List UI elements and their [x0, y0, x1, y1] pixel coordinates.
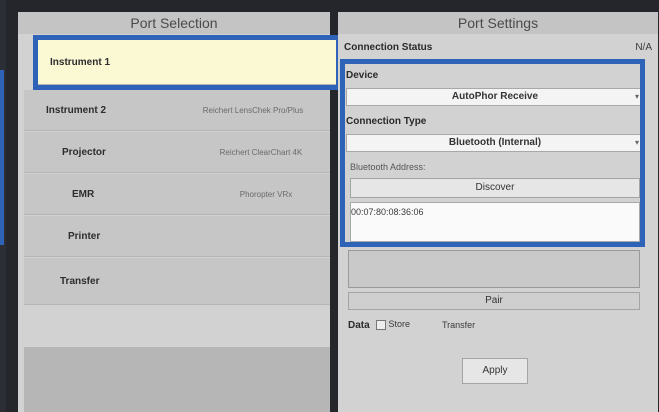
left-accent-bar — [0, 70, 4, 245]
port-selection-panel: Port Selection Instrument 1 Instrument 2… — [18, 12, 341, 412]
port-model: Reichert ClearChart 4K — [219, 147, 303, 157]
connection-status-value: N/A — [635, 42, 652, 53]
port-name: Instrument 1 — [50, 56, 111, 68]
connection-type-select-value: Bluetooth (Internal) — [448, 137, 542, 148]
device-list-lower — [348, 250, 640, 288]
port-row-instrument-1[interactable]: Instrument 1 — [33, 35, 341, 90]
port-model: Reichert LensChek Pro/Plus — [202, 105, 304, 115]
chevron-down-icon: ▾ — [634, 92, 639, 101]
bluetooth-address-list[interactable]: 00:07:80:08:36:06 — [350, 202, 640, 242]
store-label: Store — [388, 319, 411, 329]
chevron-down-icon: ▾ — [634, 138, 639, 147]
bluetooth-address-label: Bluetooth Address: — [350, 162, 426, 172]
port-name: EMR — [72, 188, 95, 200]
bluetooth-address-item[interactable]: 00:07:80:08:36:06 — [351, 207, 424, 217]
port-row-instrument-2[interactable]: Instrument 2 Reichert LensChek Pro/Plus — [24, 90, 330, 131]
connection-status-label: Connection Status — [344, 42, 433, 53]
pair-button[interactable]: Pair — [348, 292, 640, 310]
discover-button[interactable]: Discover — [350, 178, 640, 198]
port-name: Projector — [62, 146, 106, 158]
connection-type-select[interactable]: Bluetooth (Internal) ▾ — [346, 134, 644, 152]
transfer-option[interactable]: Transfer — [442, 320, 475, 330]
window-left-edge — [0, 0, 6, 412]
port-row-projector[interactable]: Projector Reichert ClearChart 4K — [24, 132, 330, 173]
port-row-printer[interactable]: Printer — [24, 216, 330, 257]
port-name: Instrument 2 — [46, 104, 107, 116]
port-model: Phoropter VRx — [239, 189, 293, 199]
port-settings-panel: Port Settings Connection Status N/A Devi… — [338, 12, 658, 412]
port-list-footer — [24, 347, 330, 412]
connection-type-label: Connection Type — [346, 116, 427, 127]
data-label: Data — [348, 320, 370, 331]
port-selection-title: Port Selection — [18, 12, 330, 34]
store-checkbox[interactable] — [376, 319, 386, 330]
apply-button[interactable]: Apply — [462, 358, 528, 384]
device-select-value: AutoPhor Receive — [451, 91, 539, 102]
store-option[interactable]: Store — [376, 319, 410, 330]
port-name: Printer — [68, 230, 101, 242]
port-row-emr[interactable]: EMR Phoropter VRx — [24, 174, 330, 215]
device-select[interactable]: AutoPhor Receive ▾ — [346, 88, 644, 106]
port-row-transfer[interactable]: Transfer — [24, 258, 330, 305]
device-label: Device — [346, 70, 379, 81]
port-settings-title: Port Settings — [338, 12, 658, 34]
port-name: Transfer — [60, 275, 100, 287]
